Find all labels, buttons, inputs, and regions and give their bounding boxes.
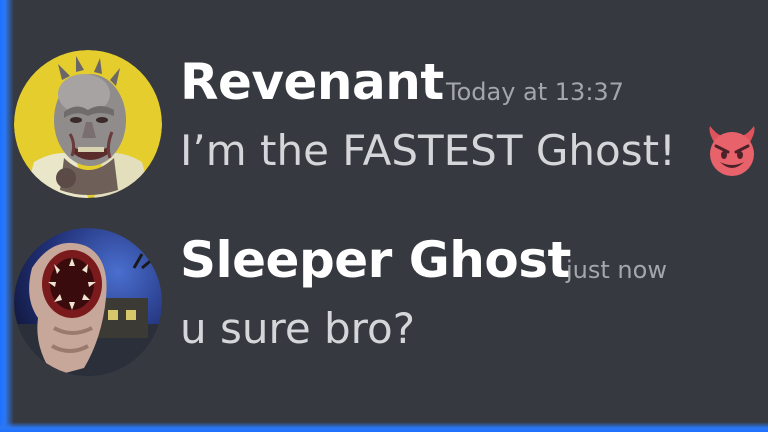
message-item: Sleeper Ghost just now u sure bro? [14, 228, 754, 378]
smiling-imp-icon [706, 126, 758, 178]
sleeper-ghost-avatar[interactable] [14, 228, 162, 376]
username[interactable]: Revenant [180, 52, 444, 112]
chat-screen: Revenant Today at 13:37 I’m the FASTEST … [0, 0, 768, 432]
revenant-avatar[interactable] [14, 50, 162, 198]
revenant-avatar-icon [14, 50, 162, 198]
timestamp: Today at 13:37 [446, 78, 624, 106]
username[interactable]: Sleeper Ghost [180, 230, 571, 290]
edge-glow-left [0, 0, 14, 432]
sleeper-ghost-avatar-icon [14, 228, 162, 376]
timestamp: just now [566, 256, 667, 284]
edge-glow-bottom [0, 422, 768, 432]
message-content: u sure bro? [180, 304, 415, 353]
message-item: Revenant Today at 13:37 I’m the FASTEST … [14, 50, 755, 200]
message-content: I’m the FASTEST Ghost! [180, 126, 676, 175]
